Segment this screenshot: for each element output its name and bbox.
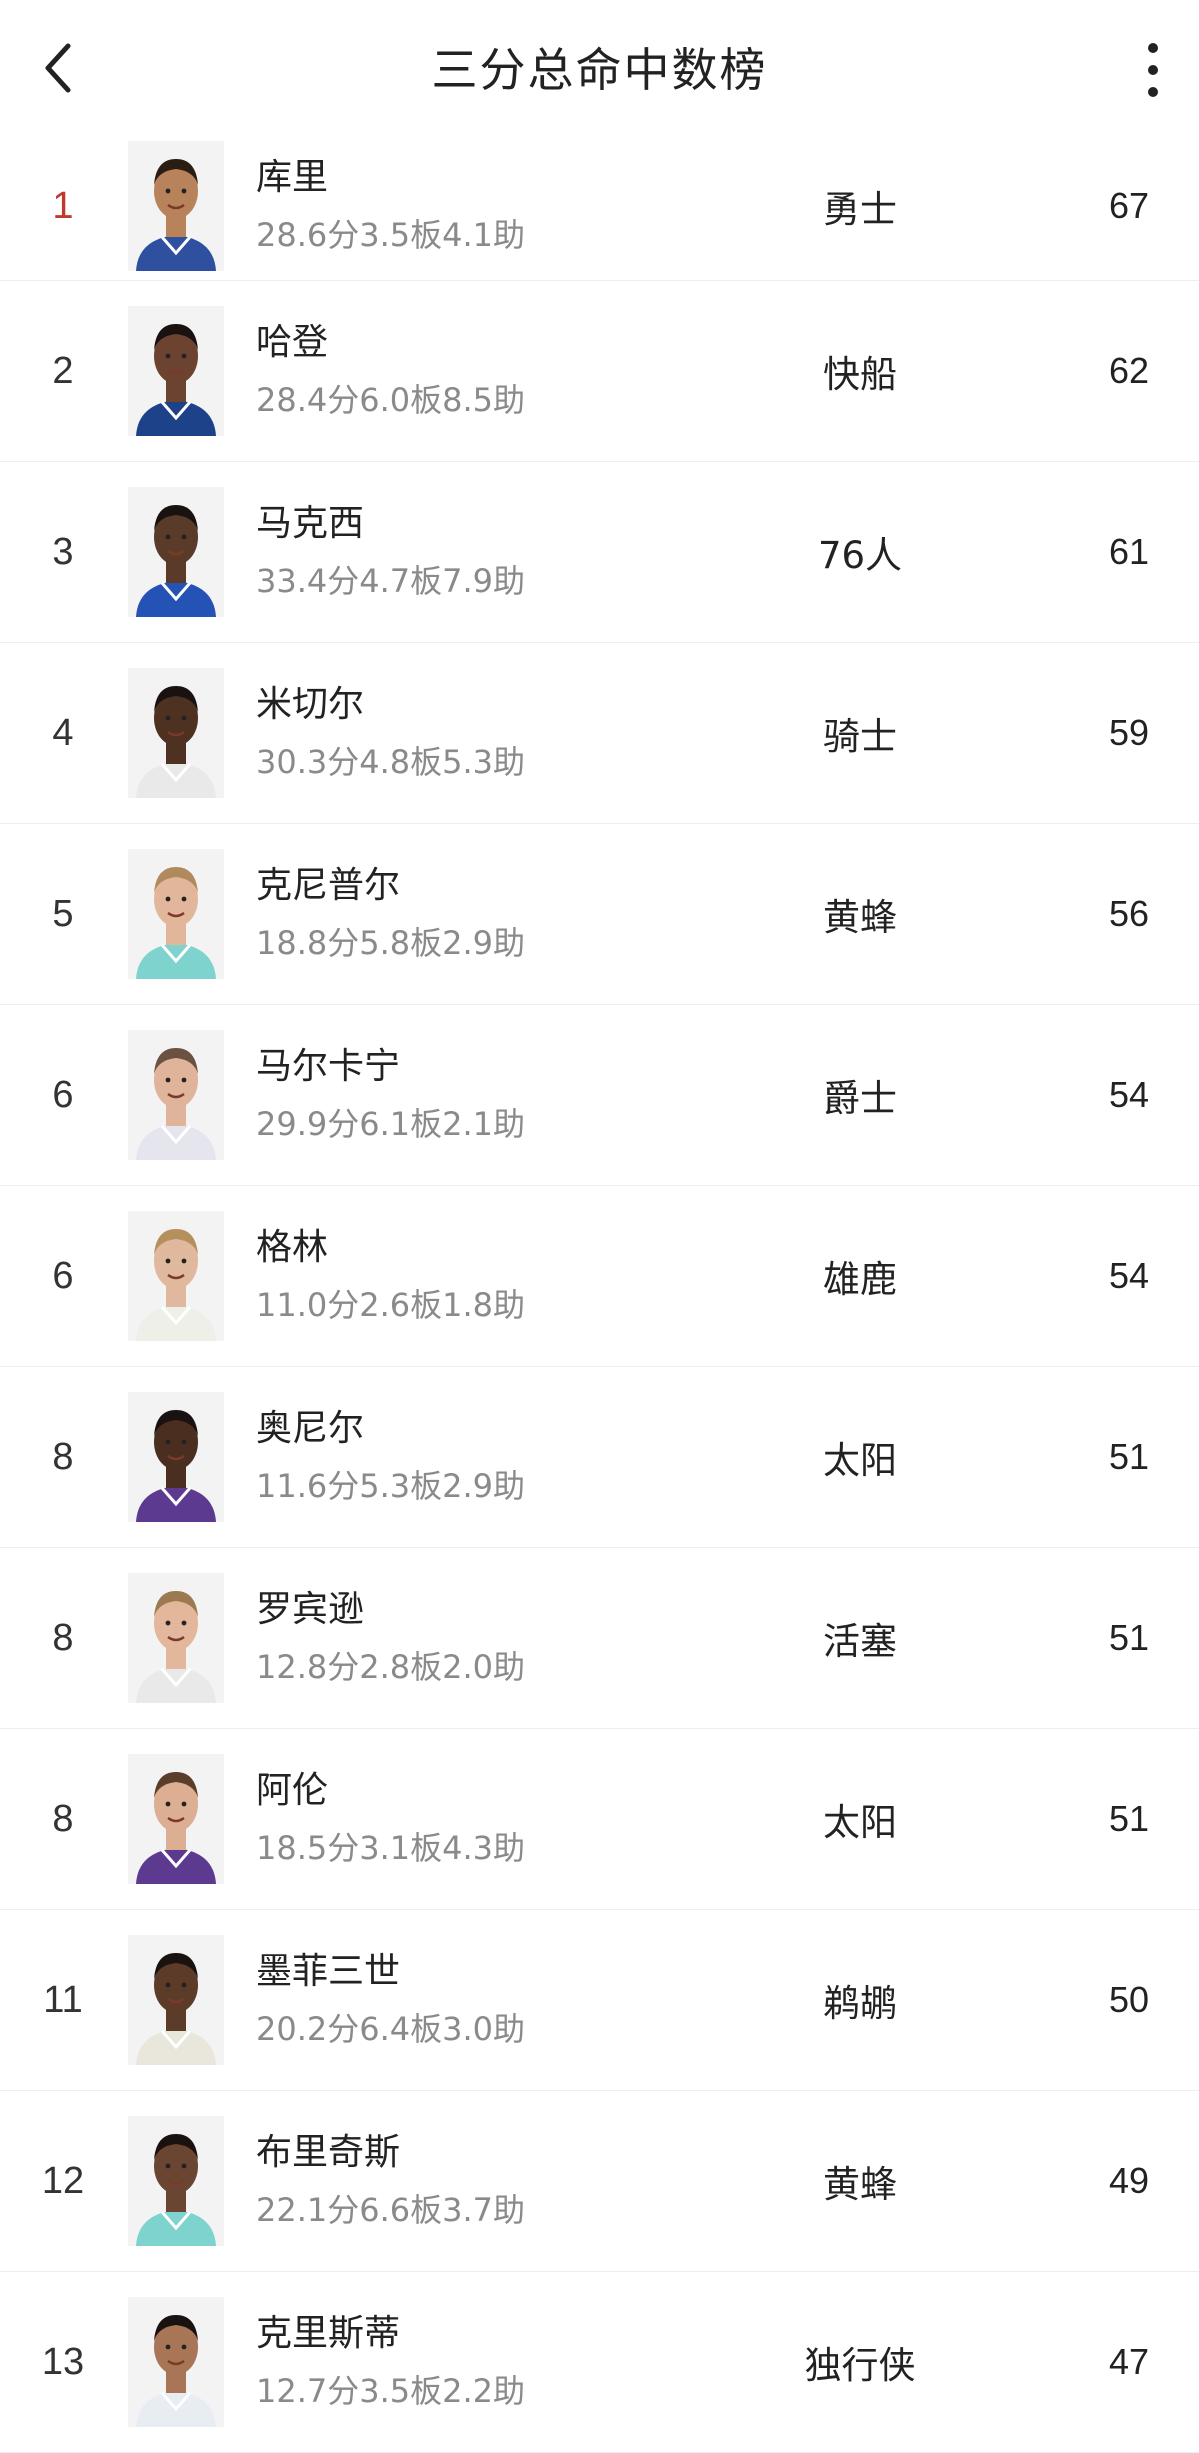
- player-name: 布里奇斯: [256, 2132, 401, 2173]
- three-pointers-made: 59: [1108, 712, 1149, 753]
- player-name: 格林: [256, 1227, 329, 1268]
- rank-number: 8: [52, 1797, 74, 1840]
- rank-number: 4: [52, 711, 74, 754]
- team-name: 雄鹿: [823, 1258, 897, 1301]
- player-avatar[interactable]: [128, 1754, 224, 1884]
- team-name: 独行侠: [804, 2344, 916, 2387]
- rank-number: 2: [52, 349, 74, 392]
- player-name: 罗宾逊: [256, 1589, 365, 1630]
- table-row[interactable]: 6 马尔卡宁 29.9分6.1板2.1助 爵士 54: [0, 1005, 1199, 1186]
- table-row[interactable]: 1 库里 28.6分3.5板4.1助 勇士 67: [0, 132, 1199, 281]
- three-pointers-made: 51: [1108, 1617, 1149, 1658]
- three-pointers-made: 61: [1108, 531, 1149, 572]
- player-name: 米切尔: [256, 684, 365, 725]
- three-pointers-made: 51: [1108, 1436, 1149, 1477]
- rank-number: 13: [41, 2340, 85, 2383]
- player-avatar[interactable]: [128, 141, 224, 271]
- team-name: 爵士: [823, 1077, 897, 1120]
- team-name: 快船: [823, 353, 897, 396]
- three-pointers-made: 49: [1108, 2160, 1149, 2201]
- player-name: 库里: [256, 157, 329, 198]
- player-avatar[interactable]: [128, 1030, 224, 1160]
- player-avatar[interactable]: [128, 1935, 224, 2065]
- player-avatar[interactable]: [128, 306, 224, 436]
- table-row[interactable]: 8 阿伦 18.5分3.1板4.3助 太阳 51: [0, 1729, 1199, 1910]
- player-name: 马克西: [256, 503, 365, 544]
- team-name: 黄蜂: [823, 2163, 897, 2206]
- player-stats: 30.3分4.8板5.3助: [256, 743, 526, 781]
- table-row[interactable]: 3 马克西 33.4分4.7板7.9助 76人 61: [0, 462, 1199, 643]
- player-name: 马尔卡宁: [256, 1046, 401, 1087]
- more-options-icon[interactable]: [1141, 42, 1165, 98]
- player-stats: 18.8分5.8板2.9助: [256, 924, 526, 962]
- rank-number: 8: [52, 1435, 74, 1478]
- team-name: 鹈鹕: [823, 1982, 897, 2025]
- table-row[interactable]: 12 布里奇斯 22.1分6.6板3.7助 黄蜂 49: [0, 2091, 1199, 2272]
- table-row[interactable]: 4 米切尔 30.3分4.8板5.3助 骑士 59: [0, 643, 1199, 824]
- player-stats: 11.0分2.6板1.8助: [256, 1286, 526, 1324]
- rank-number: 11: [43, 1978, 83, 2021]
- player-avatar[interactable]: [128, 1392, 224, 1522]
- player-name: 奥尼尔: [256, 1408, 365, 1449]
- rank-number: 6: [52, 1073, 74, 1116]
- player-stats: 28.4分6.0板8.5助: [256, 381, 526, 419]
- three-pointers-made: 47: [1108, 2341, 1149, 2382]
- player-stats: 12.8分2.8板2.0助: [256, 1648, 526, 1686]
- player-avatar[interactable]: [128, 2297, 224, 2427]
- player-stats: 22.1分6.6板3.7助: [256, 2191, 526, 2229]
- table-row[interactable]: 11 墨菲三世 20.2分6.4板3.0助 鹈鹕 50: [0, 1910, 1199, 2091]
- player-stats: 28.6分3.5板4.1助: [256, 216, 526, 254]
- player-avatar[interactable]: [128, 1573, 224, 1703]
- rank-number: 6: [52, 1254, 74, 1297]
- player-stats: 12.7分3.5板2.2助: [256, 2372, 526, 2410]
- rank-number: 1: [52, 184, 74, 227]
- player-avatar[interactable]: [128, 1211, 224, 1341]
- player-name: 墨菲三世: [256, 1951, 401, 1992]
- table-row[interactable]: 8 罗宾逊 12.8分2.8板2.0助 活塞 51: [0, 1548, 1199, 1729]
- player-avatar[interactable]: [128, 668, 224, 798]
- player-avatar[interactable]: [128, 487, 224, 617]
- team-name: 太阳: [823, 1801, 897, 1844]
- player-stats: 18.5分3.1板4.3助: [256, 1829, 526, 1867]
- ranking-list: 1 库里 28.6分3.5板4.1助 勇士 67 2 哈登 28.4分6.0板8.5助 快船 62…: [0, 132, 1199, 2453]
- three-pointers-made: 56: [1108, 893, 1149, 934]
- app-header: 三分总命中数榜: [0, 0, 1199, 132]
- rank-number: 8: [52, 1616, 74, 1659]
- player-stats: 20.2分6.4板3.0助: [256, 2010, 526, 2048]
- team-name: 黄蜂: [823, 896, 897, 939]
- three-pointers-made: 67: [1108, 185, 1149, 226]
- player-stats: 29.9分6.1板2.1助: [256, 1105, 526, 1143]
- three-pointers-made: 50: [1108, 1979, 1149, 2020]
- team-name: 76人: [817, 534, 903, 577]
- team-name: 太阳: [823, 1439, 897, 1482]
- table-row[interactable]: 8 奥尼尔 11.6分5.3板2.9助 太阳 51: [0, 1367, 1199, 1548]
- table-row[interactable]: 6 格林 11.0分2.6板1.8助 雄鹿 54: [0, 1186, 1199, 1367]
- table-row[interactable]: 13 克里斯蒂 12.7分3.5板2.2助 独行侠 47: [0, 2272, 1199, 2453]
- rank-number: 3: [52, 530, 74, 573]
- player-avatar[interactable]: [128, 2116, 224, 2246]
- player-stats: 33.4分4.7板7.9助: [256, 562, 526, 600]
- player-name: 哈登: [256, 322, 329, 363]
- table-row[interactable]: 5 克尼普尔 18.8分5.8板2.9助 黄蜂 56: [0, 824, 1199, 1005]
- page-title: 三分总命中数榜: [431, 43, 768, 97]
- team-name: 活塞: [823, 1620, 897, 1663]
- player-avatar[interactable]: [128, 849, 224, 979]
- player-name: 阿伦: [256, 1770, 329, 1811]
- table-row[interactable]: 2 哈登 28.4分6.0板8.5助 快船 62: [0, 281, 1199, 462]
- three-pointers-made: 62: [1108, 350, 1149, 391]
- team-name: 骑士: [823, 715, 897, 758]
- rank-number: 12: [41, 2159, 85, 2202]
- player-name: 克尼普尔: [256, 865, 401, 906]
- three-pointers-made: 54: [1108, 1074, 1149, 1115]
- three-pointers-made: 54: [1108, 1255, 1149, 1296]
- player-stats: 11.6分5.3板2.9助: [256, 1467, 526, 1505]
- rank-number: 5: [52, 892, 74, 935]
- team-name: 勇士: [823, 188, 897, 231]
- player-name: 克里斯蒂: [256, 2313, 401, 2354]
- three-pointers-made: 51: [1108, 1798, 1149, 1839]
